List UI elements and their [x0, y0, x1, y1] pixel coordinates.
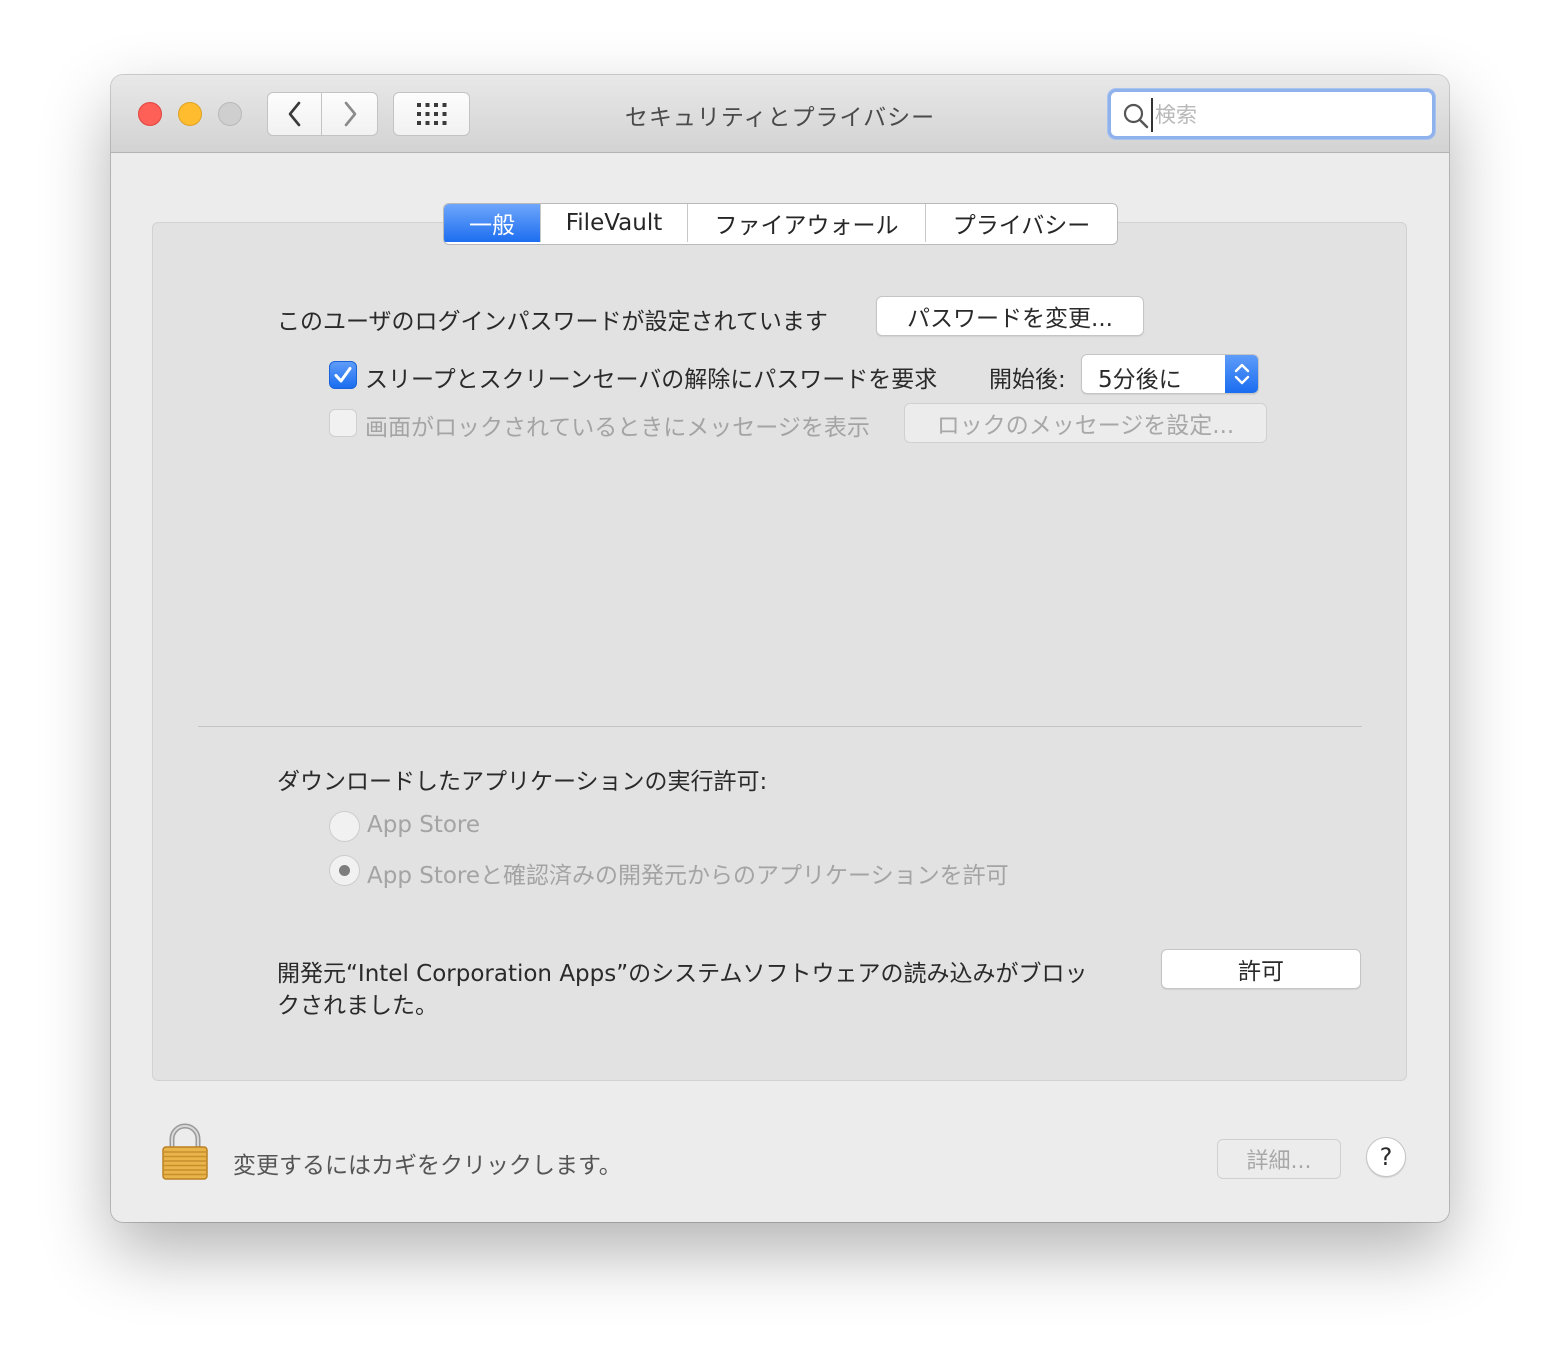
lock-icon[interactable] [160, 1123, 210, 1181]
password-status-label: このユーザのログインパスワードが設定されています [277, 309, 828, 335]
lock-message-checkbox[interactable] [329, 409, 357, 437]
search-icon [1123, 103, 1149, 129]
checkmark-icon [334, 367, 352, 383]
search-input[interactable] [1151, 98, 1427, 132]
lock-message-label: 画面がロックされているときにメッセージを表示 [365, 415, 870, 441]
delay-value: 5分後に [1098, 367, 1182, 393]
delay-popup[interactable]: 5分後に [1081, 354, 1259, 394]
tab-general[interactable]: 一般 [444, 204, 540, 242]
blocked-message-line1: 開発元“Intel Corporation Apps”のシステムソフトウェアの読… [277, 961, 1088, 987]
section-divider [198, 726, 1362, 727]
details-button[interactable]: 詳細... [1217, 1139, 1341, 1179]
radio-selected-dot [339, 865, 350, 876]
preferences-window: セキュリティとプライバシー 一般 FileVault ファイアウォール プライバ… [111, 75, 1449, 1222]
radio-app-store-identified-label: App Storeと確認済みの開発元からのアプリケーションを許可 [367, 863, 1009, 889]
change-password-button[interactable]: パスワードを変更... [876, 296, 1144, 336]
help-button[interactable]: ? [1366, 1137, 1406, 1177]
set-lock-message-button[interactable]: ロックのメッセージを設定... [904, 403, 1267, 443]
tab-bar: 一般 FileVault ファイアウォール プライバシー [443, 203, 1118, 245]
radio-app-store-identified[interactable] [329, 855, 360, 886]
downloads-heading: ダウンロードしたアプリケーションの実行許可: [277, 769, 768, 795]
radio-app-store[interactable] [329, 811, 360, 842]
tab-privacy[interactable]: プライバシー [925, 204, 1117, 242]
general-panel: このユーザのログインパスワードが設定されています パスワードを変更... スリー… [152, 222, 1407, 1081]
allow-button[interactable]: 許可 [1161, 949, 1361, 989]
require-password-checkbox[interactable] [329, 361, 357, 389]
search-field[interactable] [1108, 89, 1435, 139]
title-bar: セキュリティとプライバシー [111, 75, 1449, 153]
tab-firewall[interactable]: ファイアウォール [687, 204, 925, 242]
tab-filevault[interactable]: FileVault [540, 204, 687, 242]
radio-app-store-label: App Store [367, 812, 481, 838]
require-password-label: スリープとスクリーンセーバの解除にパスワードを要求 [365, 367, 938, 393]
blocked-message-line2: クされました。 [277, 993, 438, 1019]
popup-arrows-icon [1225, 355, 1258, 393]
lock-status-text: 変更するにはカギをクリックします。 [233, 1153, 622, 1179]
delay-label: 開始後: [989, 367, 1066, 393]
